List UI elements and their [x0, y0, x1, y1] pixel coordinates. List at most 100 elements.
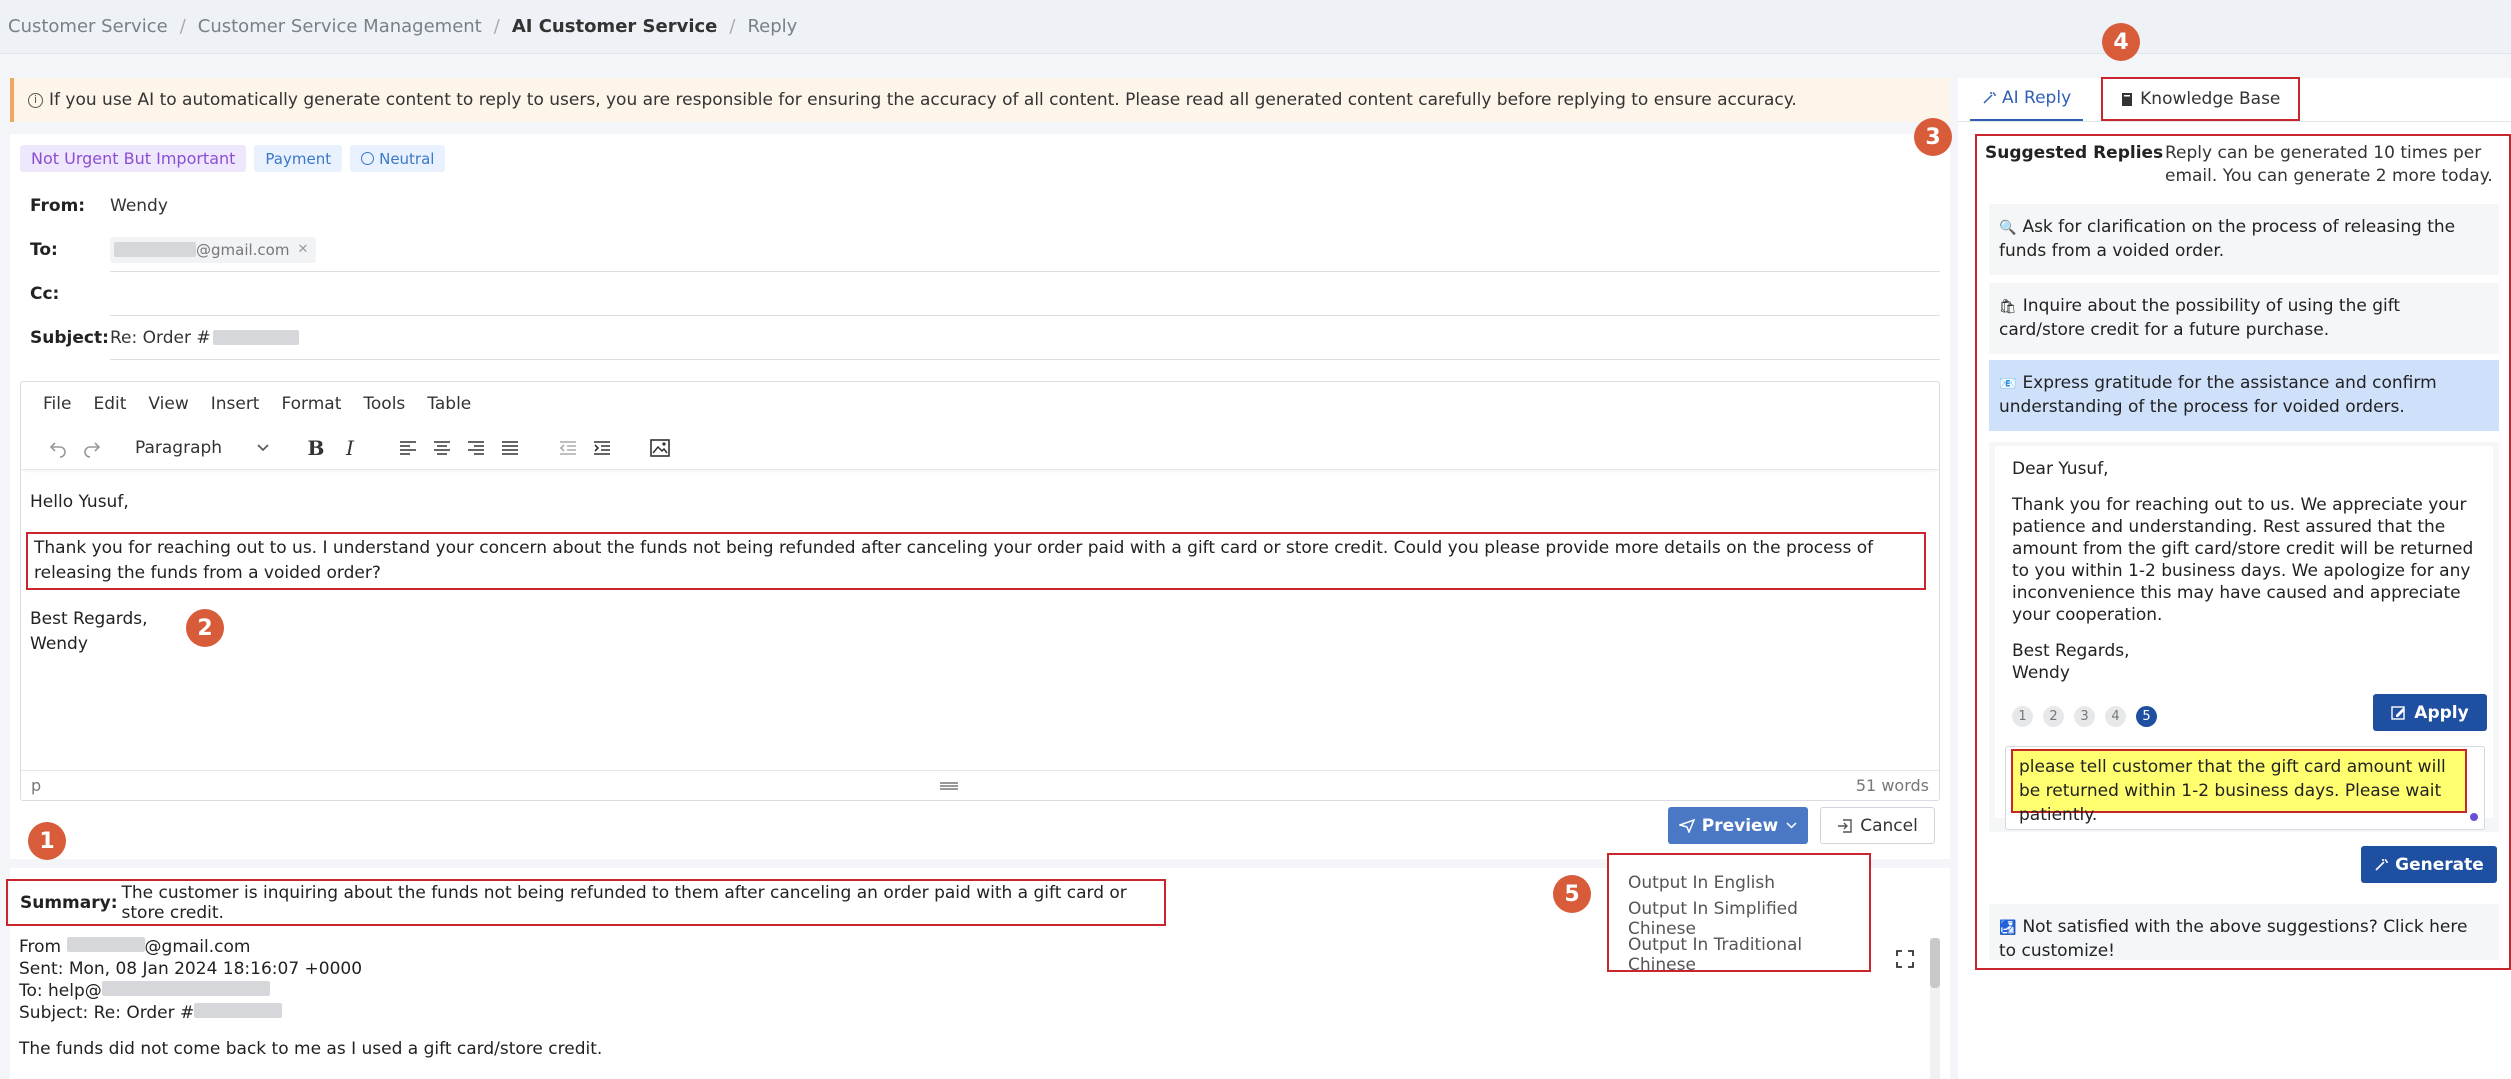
- redo-icon: [84, 441, 101, 458]
- page-2[interactable]: 2: [2043, 706, 2064, 727]
- redacted-text: [101, 981, 270, 996]
- page-4[interactable]: 4: [2105, 706, 2126, 727]
- subject-field[interactable]: Re: Order #: [110, 316, 1940, 360]
- reply-closing: Best Regards,: [30, 609, 148, 629]
- rich-text-editor: File Edit View Insert Format Tools Table…: [20, 381, 1940, 801]
- redacted-text: [66, 937, 145, 952]
- generated-body: Thank you for reaching out to us. We app…: [2012, 495, 2474, 625]
- suggestion-text: Inquire about the possibility of using t…: [1999, 296, 2401, 340]
- page-3[interactable]: 3: [2074, 706, 2095, 727]
- email-to-label: To: help@: [19, 981, 102, 1001]
- align-center-button[interactable]: [425, 433, 459, 463]
- preview-language-menu: Output In English Output In Simplified C…: [1607, 853, 1871, 975]
- apply-button[interactable]: Apply: [2373, 694, 2487, 731]
- custom-prompt-input[interactable]: please tell customer that the gift card …: [2005, 746, 2485, 830]
- annotation-badge-2: 2: [186, 609, 224, 647]
- from-row: From: Wendy: [30, 184, 1940, 228]
- original-email: From @gmail.com Sent: Mon, 08 Jan 2024 1…: [19, 936, 602, 1060]
- suggestion-text: Ask for clarification on the process of …: [1999, 217, 2456, 261]
- suggested-replies-box: Suggested Replies Reply can be generated…: [1975, 134, 2511, 970]
- smile-icon: [361, 152, 375, 165]
- magnifier-icon: 🔍: [1999, 220, 2017, 236]
- magic-wand-icon: [1983, 91, 1996, 104]
- page-1[interactable]: 1: [2012, 706, 2033, 727]
- to-field[interactable]: @gmail.com ✕: [110, 228, 1940, 272]
- category-tag: Payment: [254, 145, 343, 172]
- summary-text: The customer is inquiring about the fund…: [121, 882, 1127, 923]
- justify-button[interactable]: [493, 433, 527, 463]
- cc-field[interactable]: [110, 272, 1940, 316]
- remove-recipient-icon[interactable]: ✕: [297, 242, 308, 257]
- output-english-option[interactable]: Output In English: [1609, 865, 1869, 901]
- subject-value: Re: Order #: [110, 327, 211, 348]
- reply-version-pager: 1 2 3 4 5: [2012, 706, 2157, 727]
- menu-format[interactable]: Format: [281, 394, 341, 414]
- scrollbar-thumb[interactable]: [1930, 938, 1940, 988]
- block-format-select[interactable]: Paragraph: [127, 433, 277, 463]
- bold-button[interactable]: B: [299, 433, 333, 463]
- suggestion-item-selected[interactable]: 📧 Express gratitude for the assistance an…: [1989, 360, 2499, 431]
- generate-button[interactable]: Generate: [2361, 846, 2497, 883]
- align-center-icon: [434, 440, 450, 455]
- tab-ai-reply[interactable]: AI Reply: [1970, 77, 2084, 121]
- redacted-text: [194, 1003, 283, 1018]
- italic-button[interactable]: I: [333, 433, 367, 463]
- page-5[interactable]: 5: [2136, 706, 2157, 727]
- redacted-text: [114, 242, 196, 257]
- email-from: From @gmail.com: [19, 936, 602, 958]
- apply-label: Apply: [2414, 702, 2469, 723]
- reply-signature: Wendy: [30, 634, 88, 654]
- align-right-button[interactable]: [459, 433, 493, 463]
- tab-knowledge-base[interactable]: Knowledge Base: [2101, 77, 2301, 121]
- generated-signature: Wendy: [2012, 663, 2070, 683]
- breadcrumb-cs-management[interactable]: Customer Service Management: [198, 16, 482, 37]
- cancel-button[interactable]: Cancel: [1820, 807, 1935, 844]
- suggestion-item[interactable]: 🛍 Inquire about the possibility of using …: [1989, 283, 2499, 354]
- info-icon: i: [28, 92, 43, 108]
- output-simplified-chinese-option[interactable]: Output In Simplified Chinese: [1609, 899, 1869, 939]
- element-path[interactable]: p: [31, 776, 41, 795]
- sentiment-label: Neutral: [379, 149, 435, 168]
- email-sent: Sent: Mon, 08 Jan 2024 18:16:07 +0000: [19, 959, 363, 979]
- edit-icon: [2391, 705, 2406, 720]
- insert-image-button[interactable]: [643, 433, 677, 463]
- compose-panel: Not Urgent But Important Payment Neutral…: [10, 134, 1950, 859]
- image-icon: [650, 438, 670, 457]
- generate-label: Generate: [2395, 854, 2484, 875]
- suggested-replies-header: Suggested Replies Reply can be generated…: [1985, 142, 2505, 188]
- breadcrumb-ai-cs[interactable]: AI Customer Service: [512, 16, 718, 37]
- word-count[interactable]: 51 words: [1856, 776, 1929, 795]
- editor-content[interactable]: Hello Yusuf, Thank you for reaching out …: [21, 470, 1939, 760]
- fullscreen-icon[interactable]: [1896, 950, 1914, 968]
- menu-insert[interactable]: Insert: [211, 394, 260, 414]
- summary-label: Summary:: [20, 892, 118, 913]
- email-from-domain: @gmail.com: [144, 937, 251, 957]
- suggestion-item[interactable]: 🔍 Ask for clarification on the process of…: [1989, 204, 2499, 275]
- customize-link[interactable]: 🛃 Not satisfied with the above suggestion…: [1989, 904, 2499, 961]
- suggested-replies-title: Suggested Replies: [1985, 143, 2164, 163]
- align-left-icon: [400, 440, 416, 455]
- menu-file[interactable]: File: [43, 394, 71, 414]
- preview-button[interactable]: Preview: [1668, 807, 1808, 844]
- cancel-label: Cancel: [1860, 815, 1918, 836]
- menu-table[interactable]: Table: [427, 394, 471, 414]
- subject-row: Subject: Re: Order #: [30, 316, 1940, 360]
- block-format-value: Paragraph: [135, 437, 223, 458]
- annotation-badge-5: 5: [1553, 875, 1591, 913]
- menu-edit[interactable]: Edit: [93, 394, 126, 414]
- breadcrumb-separator: /: [493, 16, 500, 37]
- outdent-button[interactable]: [551, 433, 585, 463]
- breadcrumb-customer-service[interactable]: Customer Service: [8, 16, 168, 37]
- resize-handle-icon[interactable]: [939, 781, 958, 790]
- output-traditional-chinese-option[interactable]: Output In Traditional Chinese: [1609, 935, 1869, 975]
- to-row: To: @gmail.com ✕: [30, 228, 1940, 272]
- align-left-button[interactable]: [391, 433, 425, 463]
- redo-button[interactable]: [75, 433, 109, 463]
- menu-tools[interactable]: Tools: [363, 394, 405, 414]
- undo-button[interactable]: [41, 433, 75, 463]
- indent-button[interactable]: [585, 433, 619, 463]
- breadcrumb-reply: Reply: [747, 16, 798, 37]
- menu-view[interactable]: View: [148, 394, 188, 414]
- preview-label: Preview: [1701, 815, 1779, 836]
- resize-handle-icon[interactable]: [2470, 813, 2478, 821]
